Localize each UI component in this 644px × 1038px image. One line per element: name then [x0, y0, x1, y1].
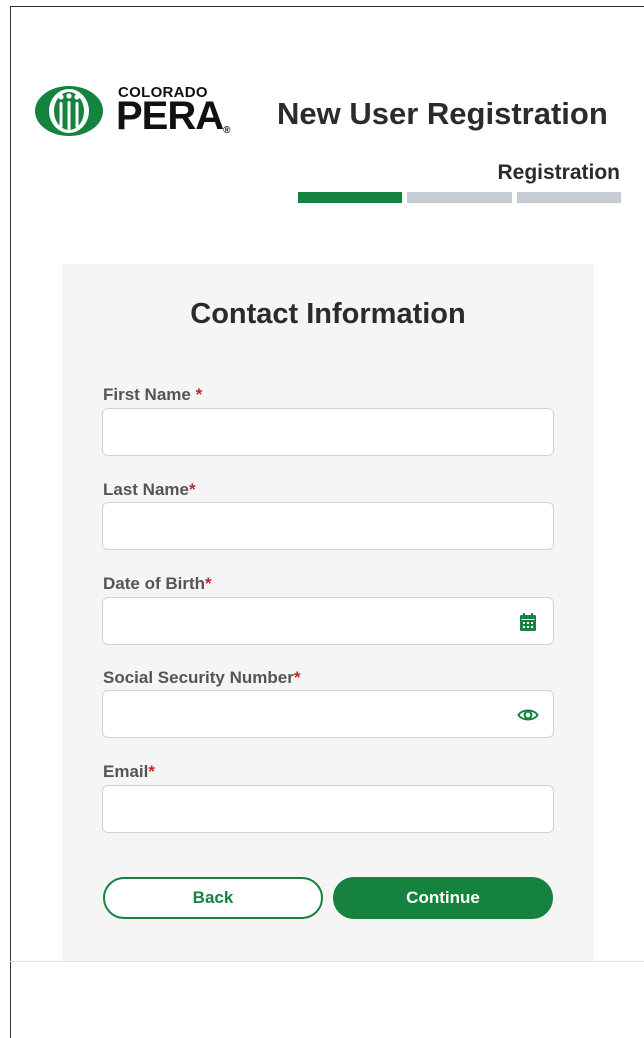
- first-name-field-wrapper: [102, 408, 554, 456]
- ssn-field-wrapper: [102, 690, 554, 738]
- first-name-input[interactable]: [103, 409, 553, 455]
- email-label: Email*: [103, 762, 155, 782]
- logo-text-pera: PERA®: [116, 96, 231, 136]
- colorado-pera-logo[interactable]: COLORADO PERA®: [34, 84, 244, 140]
- pera-logo-icon: [35, 86, 103, 136]
- last-name-label-text: Last Name: [103, 480, 189, 499]
- footer-divider: [10, 961, 644, 962]
- first-name-label: First Name *: [103, 385, 202, 405]
- required-marker: *: [148, 762, 155, 781]
- calendar-icon[interactable]: [517, 612, 539, 632]
- date-of-birth-input[interactable]: [103, 598, 553, 644]
- required-marker: *: [293, 668, 301, 687]
- ssn-label: Social Security Number*: [103, 668, 300, 688]
- page-title: New User Registration: [277, 96, 608, 131]
- ssn-label-text: Social Security Number: [103, 668, 294, 687]
- last-name-field-wrapper: [102, 502, 554, 550]
- email-label-text: Email: [103, 762, 149, 781]
- last-name-input[interactable]: [103, 503, 553, 549]
- registration-progress-bar: [298, 192, 621, 203]
- email-input[interactable]: [103, 786, 553, 832]
- required-marker: *: [188, 480, 196, 499]
- contact-information-card: Contact Information First Name * Last Na…: [62, 264, 594, 961]
- ssn-input[interactable]: [103, 691, 553, 737]
- progress-step-3: [516, 192, 621, 203]
- back-button[interactable]: Back: [103, 877, 323, 919]
- date-of-birth-field-wrapper: [102, 597, 554, 645]
- registered-mark: ®: [223, 125, 231, 136]
- date-of-birth-label-text: Date of Birth: [103, 574, 205, 593]
- progress-step-2: [407, 192, 512, 203]
- progress-step-1: [298, 192, 403, 203]
- first-name-label-text: First Name: [103, 385, 196, 404]
- continue-button[interactable]: Continue: [333, 877, 553, 919]
- last-name-label: Last Name*: [103, 480, 196, 500]
- email-field-wrapper: [102, 785, 554, 833]
- required-marker: *: [205, 574, 212, 593]
- eye-icon[interactable]: [517, 705, 539, 725]
- logo-wordmark: PERA: [116, 94, 224, 138]
- step-label: Registration: [497, 161, 620, 184]
- date-of-birth-label: Date of Birth*: [103, 574, 212, 594]
- card-title: Contact Information: [190, 298, 466, 330]
- required-marker: *: [195, 385, 203, 404]
